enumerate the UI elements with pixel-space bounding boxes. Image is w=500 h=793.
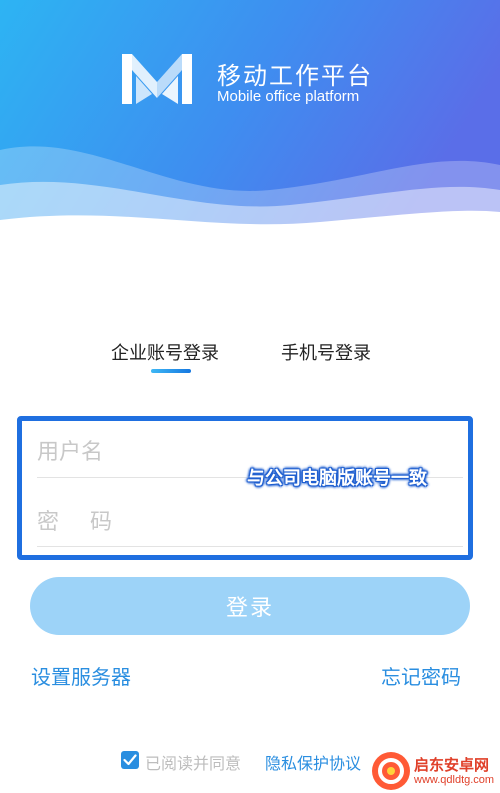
password-input[interactable] (37, 502, 463, 542)
watermark-url: www.qdldtg.com (414, 774, 495, 786)
watermark-logo-icon (372, 752, 410, 790)
app-subtitle: Mobile office platform (217, 88, 360, 105)
app-title: 移动工作平台 (217, 62, 373, 90)
site-watermark: 启东安卓网 www.qdldtg.com (372, 748, 500, 793)
login-button[interactable]: 登录 (30, 577, 470, 635)
checkmark-icon (123, 754, 137, 766)
account-hint-callout: 与公司电脑版账号一致 (247, 468, 427, 489)
set-server-link[interactable]: 设置服务器 (31, 661, 131, 690)
agreement-checkbox[interactable] (121, 751, 139, 769)
header-wave-background (0, 0, 500, 240)
tab-phone-login[interactable]: 手机号登录 (281, 339, 371, 365)
tab-enterprise-login[interactable]: 企业账号登录 (111, 339, 219, 365)
app-logo-icon (122, 54, 192, 104)
watermark-name: 启东安卓网 (414, 756, 490, 774)
agreement-text: 已阅读并同意 (145, 754, 242, 773)
privacy-agreement-link[interactable]: 隐私保护协议 (265, 750, 361, 774)
password-divider (37, 546, 463, 547)
forgot-password-link[interactable]: 忘记密码 (381, 661, 461, 690)
header-banner: 移动工作平台 Mobile office platform (0, 0, 500, 240)
active-tab-indicator (151, 369, 191, 373)
